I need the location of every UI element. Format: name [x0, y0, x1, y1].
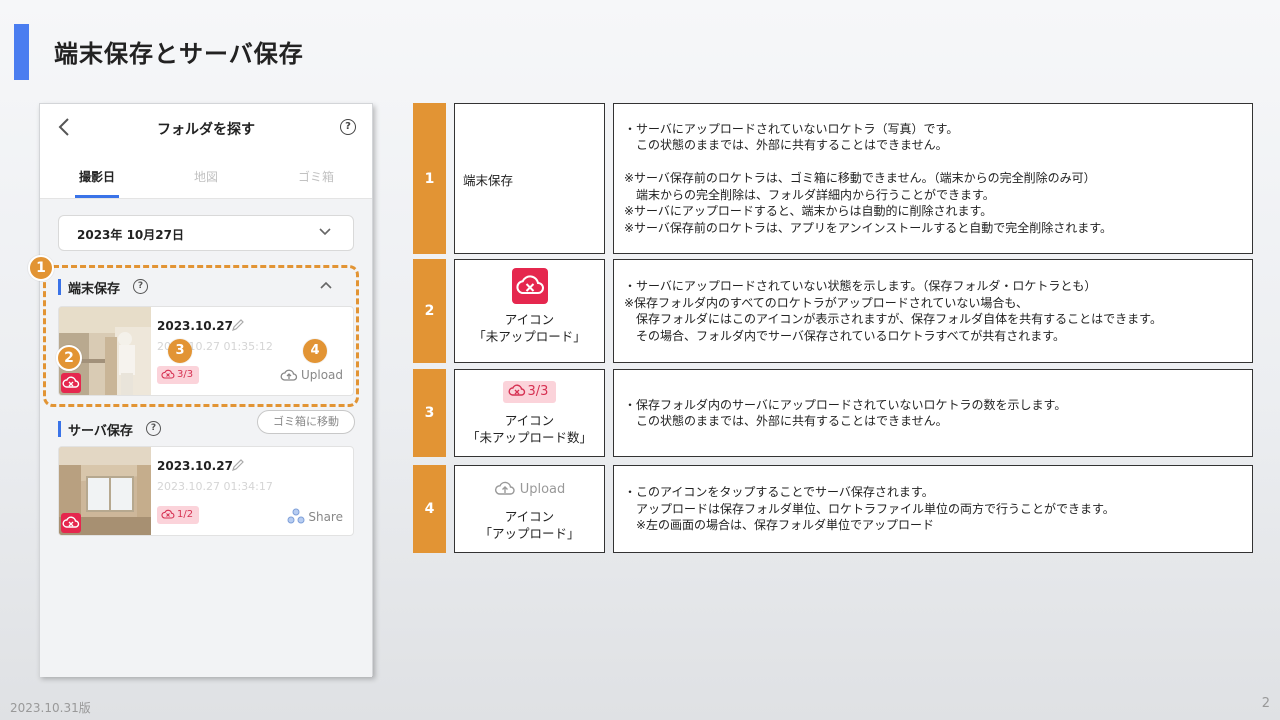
count-text: 1/2 — [177, 509, 194, 520]
unuploaded-count-badge: 1/2 — [157, 506, 200, 524]
desc-line: その場合、フォルダ内でサーバ保存されているロケトラすべてが共有されます。 — [624, 328, 1066, 343]
folder-timestamp: 2023.10.27 01:34:17 — [157, 480, 273, 493]
slide-title: 端末保存とサーバ保存 — [54, 40, 304, 68]
row-number-2: 2 — [413, 259, 446, 363]
item-label: アイコン — [504, 312, 555, 327]
title-accent-bar — [14, 24, 29, 80]
upload-label: Upload — [519, 482, 566, 497]
desc-line: ※サーバ保存前のロケトラは、ゴミ箱に移動できません。（端末からの完全削除のみ可） — [624, 171, 1096, 186]
row-description-4: ・このアイコンをタップすることでサーバ保存されます。 アップロードは保存フォルダ… — [613, 465, 1253, 553]
unuploaded-count-badge: 3/3 — [502, 381, 557, 403]
server-storage-title: サーバ保存 — [68, 424, 133, 439]
share-label: Share — [308, 510, 343, 524]
badge-text: 3/3 — [527, 384, 549, 399]
desc-line: ※保存フォルダ内のすべてのロケトラがアップロードされていない場合も、 — [624, 295, 1029, 310]
row-item-1: 端末保存 — [454, 103, 605, 254]
cloud-x-icon — [508, 384, 525, 396]
app-header: フォルダを探す ? — [40, 104, 372, 152]
item-label: アイコン — [504, 413, 555, 428]
version-label: 2023.10.31版 — [10, 701, 91, 715]
pencil-icon[interactable] — [231, 458, 245, 472]
desc-line: アップロードは保存フォルダ単位、ロケトラファイル単位の両方で行うことができます。 — [624, 501, 1115, 516]
desc-line: ※左の画面の場合は、保存フォルダ単位でアップロード — [624, 518, 935, 533]
folder-card-server[interactable]: 2023.10.27 2023.10.27 01:34:17 1/2 Share — [58, 446, 354, 536]
desc-line: この状態のままでは、外部に共有することはできません。 — [624, 414, 948, 428]
row-number-4: 4 — [413, 465, 446, 553]
upload-icon-sample: Upload — [455, 480, 604, 497]
callout-3: 3 — [168, 339, 192, 363]
row-description-1: ・サーバにアップロードされていないロケトラ（写真）です。 この状態のままでは、外… — [613, 103, 1253, 254]
section-marker — [58, 421, 61, 437]
local-storage-highlight — [43, 265, 359, 407]
row-number-1: 1 — [413, 103, 446, 254]
row-description-3: ・保存フォルダ内のサーバにアップロードされていないロケトラの数を示します。 この… — [613, 369, 1253, 457]
desc-line: この状態のままでは、外部に共有することはできません。 — [624, 138, 948, 153]
cloud-upload-icon — [494, 481, 515, 495]
desc-line: ・このアイコンをタップすることでサーバ保存されます。 — [624, 485, 934, 500]
row-number-3: 3 — [413, 369, 446, 457]
header-title: フォルダを探す — [157, 122, 255, 138]
desc-line: ・サーバにアップロードされていない状態を示します。（保存フォルダ・ロケトラとも） — [624, 279, 1097, 293]
desc-line: 端末からの完全削除は、フォルダ詳細内から行うことができます。 — [624, 187, 995, 202]
desc-line — [624, 154, 1252, 171]
folder-date: 2023.10.27 — [157, 459, 233, 473]
row-description-2: ・サーバにアップロードされていない状態を示します。（保存フォルダ・ロケトラとも）… — [613, 259, 1253, 363]
desc-line: 保存フォルダにはこのアイコンが表示されますが、保存フォルダ自体を共有することはで… — [624, 312, 1162, 326]
active-tab-indicator — [75, 195, 119, 198]
tab-shooting-date[interactable]: 撮影日 — [57, 168, 137, 185]
page-number: 2 — [1261, 696, 1270, 711]
share-button[interactable]: Share — [287, 508, 343, 524]
cloud-x-icon — [161, 509, 175, 519]
cloud-x-icon — [511, 268, 548, 304]
help-icon[interactable]: ? — [340, 119, 356, 135]
date-selector[interactable]: 2023年 10月27日 — [58, 215, 354, 251]
desc-line: ・保存フォルダ内のサーバにアップロードされていないロケトラの数を示します。 — [624, 397, 1067, 412]
item-label: 「未アップロード」 — [473, 329, 586, 344]
item-label: 端末保存 — [463, 173, 514, 188]
row-item-2: アイコン 「未アップロード」 — [454, 259, 605, 363]
row-item-3: 3/3 アイコン 「未アップロード数」 — [454, 369, 605, 457]
help-icon[interactable]: ? — [146, 421, 161, 436]
tab-map[interactable]: 地図 — [166, 168, 246, 185]
date-selector-value: 2023年 10月27日 — [77, 228, 184, 242]
item-label: 「アップロード」 — [479, 526, 580, 541]
tab-bar: 撮影日 地図 ゴミ箱 — [40, 154, 372, 199]
share-icon — [287, 508, 305, 524]
tab-trash[interactable]: ゴミ箱 — [276, 168, 356, 185]
item-label: アイコン — [504, 509, 555, 524]
callout-1: 1 — [28, 255, 54, 281]
item-label: 「未アップロード数」 — [466, 430, 592, 445]
folder-thumbnail — [59, 447, 151, 535]
callout-4: 4 — [303, 339, 327, 363]
chevron-down-icon — [319, 228, 331, 236]
desc-line: ※サーバ保存前のロケトラは、アプリをアンインストールすると自動で完全削除されます… — [624, 220, 1113, 235]
desc-line: ※サーバにアップロードすると、端末からは自動的に削除されます。 — [624, 204, 993, 219]
row-item-4: Upload アイコン 「アップロード」 — [454, 465, 605, 553]
icon-wrapper — [455, 268, 604, 308]
move-to-trash-button[interactable]: ゴミ箱に移動 — [257, 410, 355, 434]
desc-line: ・サーバにアップロードされていないロケトラ（写真）です。 — [624, 121, 959, 136]
not-uploaded-badge — [61, 513, 81, 533]
badge-wrapper: 3/3 — [455, 380, 604, 403]
callout-2: 2 — [56, 345, 82, 371]
cloud-x-icon — [62, 516, 80, 528]
